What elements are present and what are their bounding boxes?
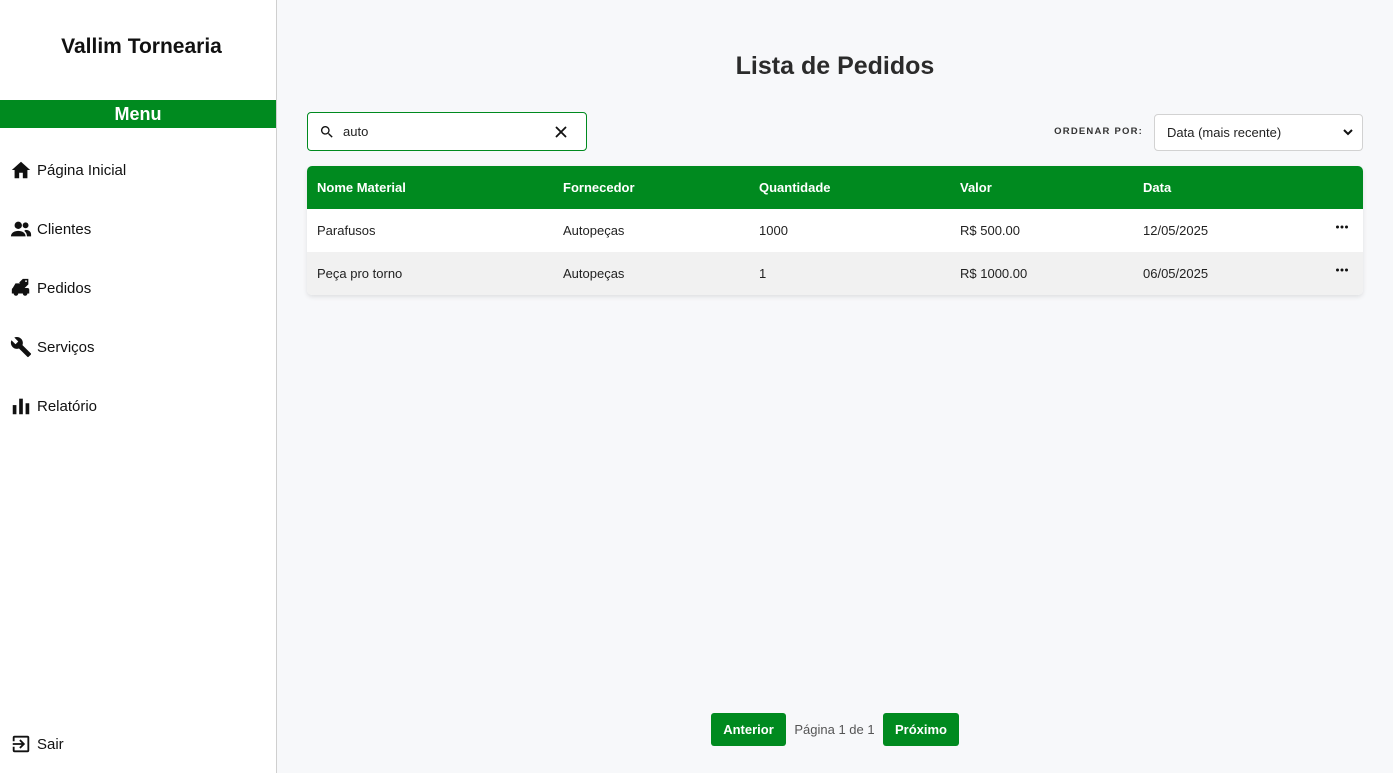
home-icon [9,158,33,182]
sort-select[interactable]: Data (mais recente) [1154,114,1363,151]
logout-icon [9,732,33,756]
cell-date: 12/05/2025 [1143,223,1209,238]
wrench-icon [9,335,33,359]
header-material: Nome Material [317,180,406,195]
cell-value: R$ 1000.00 [960,266,1028,281]
brand-title: Vallim Tornearia [61,35,222,58]
sidebar-item-services[interactable]: Serviços [9,335,95,359]
sidebar-item-label: Clientes [37,220,92,238]
table-row: Parafusos Autopeças 1000 R$ 500.00 12/05… [307,209,1363,252]
table-row: Peça pro torno Autopeças 1 R$ 1000.00 06… [307,252,1363,295]
sort-selected-value: Data (mais recente) [1167,125,1282,140]
users-icon [9,217,33,241]
sidebar-item-clients[interactable]: Clientes [9,217,91,241]
cell-date: 06/05/2025 [1143,266,1209,281]
page-title: Lista de Pedidos [735,52,935,80]
next-page-button[interactable]: Próximo [883,713,959,746]
cell-supplier: Autopeças [563,266,625,281]
search-box[interactable] [307,112,587,151]
sidebar: Vallim Tornearia Menu Página Inicial Cli… [0,0,277,773]
previous-page-button[interactable]: Anterior [711,713,786,746]
header-date: Data [1143,180,1172,195]
bar-chart-icon [9,394,33,418]
header-supplier: Fornecedor [563,180,635,195]
logout-button[interactable]: Sair [9,732,64,756]
sidebar-item-label: Pedidos [37,279,92,297]
orders-icon [9,276,33,300]
page-info: Página 1 de 1 [794,722,875,737]
cell-quantity: 1000 [759,223,788,238]
chevron-down-icon [1343,129,1353,136]
logout-label: Sair [37,735,64,753]
cell-supplier: Autopeças [563,223,625,238]
sidebar-item-label: Serviços [37,338,95,356]
header-quantity: Quantidade [759,180,831,195]
search-icon [319,124,335,140]
sort-label: ORDENAR POR: [1054,126,1143,137]
cell-quantity: 1 [759,266,767,281]
sidebar-item-label: Relatório [37,397,98,415]
main-content: Lista de Pedidos ORDENAR POR: Data (mais… [277,0,1393,773]
search-input[interactable] [343,124,548,139]
cell-material: Peça pro torno [317,266,403,281]
sidebar-item-orders[interactable]: Pedidos [9,276,91,300]
cell-value: R$ 500.00 [960,223,1020,238]
pagination: Anterior Página 1 de 1 Próximo [277,713,1393,746]
sidebar-item-home[interactable]: Página Inicial [9,158,126,182]
header-value: Valor [960,180,992,195]
sidebar-item-report[interactable]: Relatório [9,394,97,418]
clear-search-icon[interactable] [554,125,568,139]
sidebar-item-label: Página Inicial [37,161,127,179]
cell-material: Parafusos [317,223,376,238]
orders-table: Nome Material Fornecedor Quantidade Valo… [307,166,1363,295]
more-options-icon[interactable] [1335,223,1349,231]
menu-header: Menu [0,100,276,128]
more-options-icon[interactable] [1335,266,1349,274]
table-header: Nome Material Fornecedor Quantidade Valo… [307,166,1363,209]
